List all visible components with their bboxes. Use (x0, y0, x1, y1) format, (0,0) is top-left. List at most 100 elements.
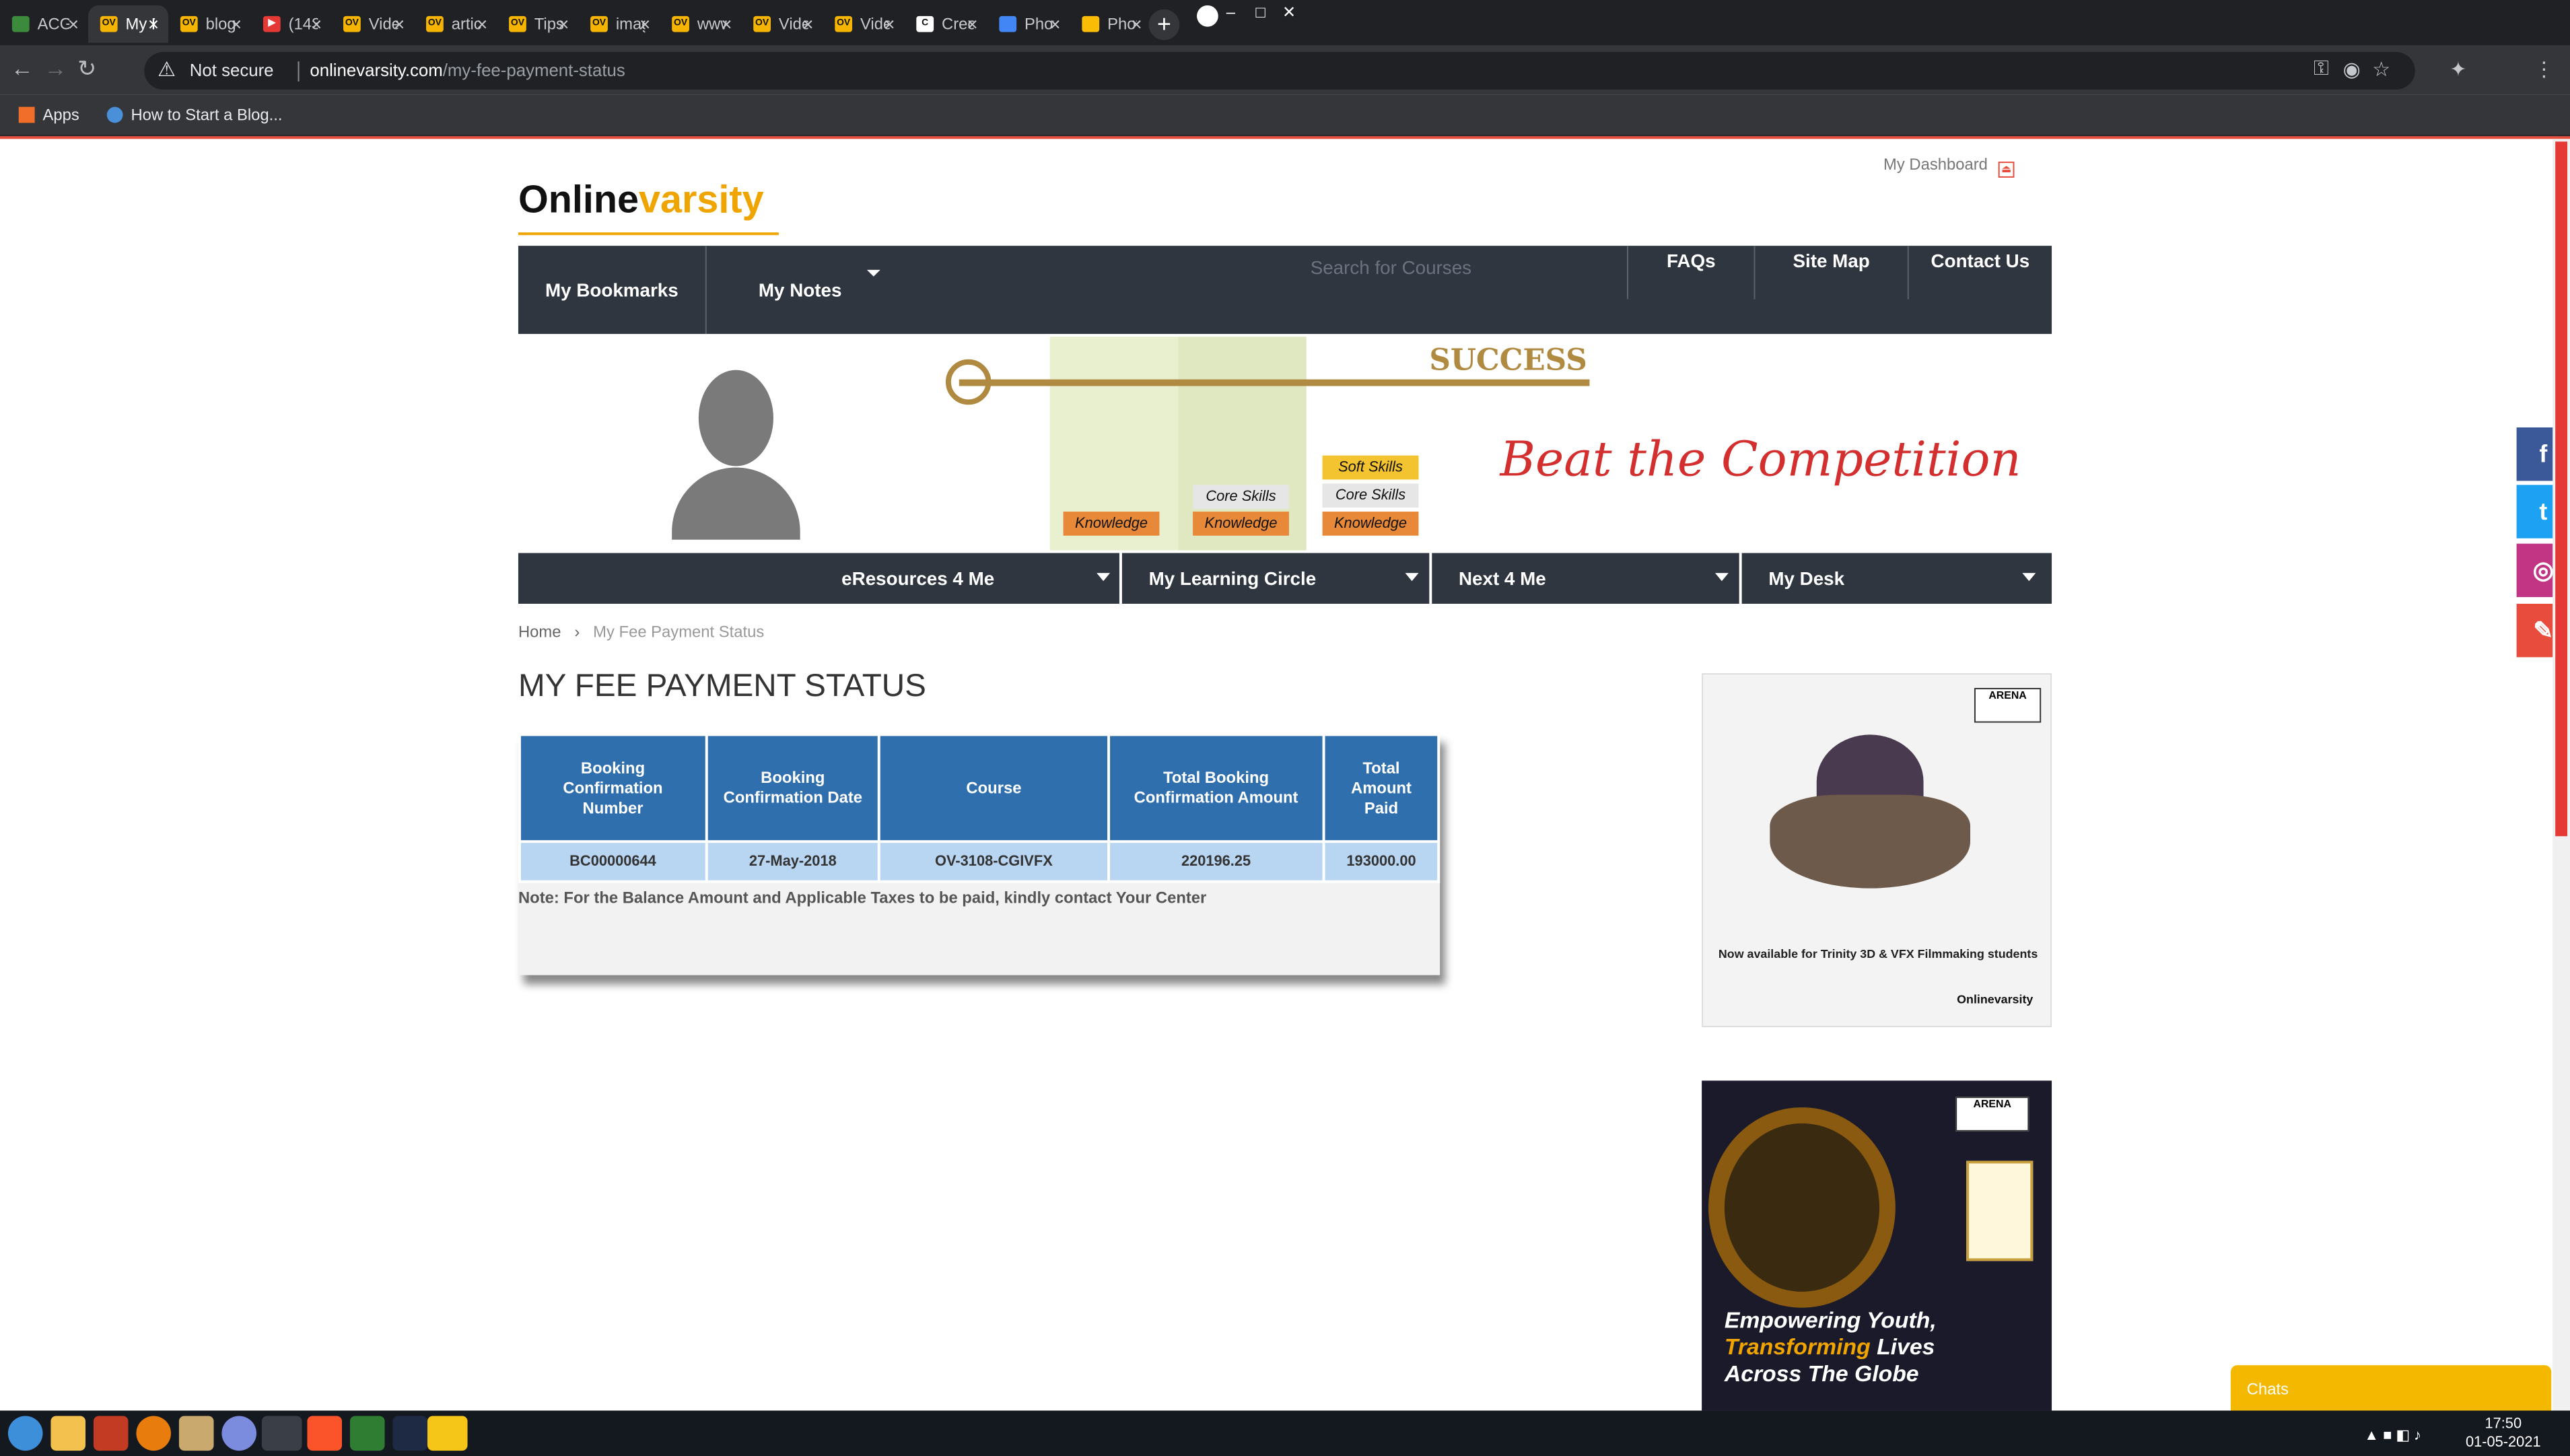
nav-site-map[interactable]: Site Map (1756, 251, 1908, 278)
ad-banner-arena[interactable]: ARENA Empowering Youth, Transforming Liv… (1702, 1080, 2052, 1411)
close-tab-icon[interactable]: × (311, 5, 322, 43)
tab-favicon-icon (11, 15, 30, 32)
nav-contact-us[interactable]: Contact Us (1909, 251, 2052, 278)
tray-icons[interactable]: ▲ ■ ◧ ♪ (2364, 1426, 2421, 1444)
close-tab-icon[interactable]: × (231, 5, 242, 43)
address-bar[interactable]: ⚠ Not secure onlinevarsity.com/my-fee-pa… (144, 52, 2415, 90)
app-icon[interactable] (427, 1416, 468, 1451)
ad-banner-trinity[interactable]: ARENA Now available for Trinity 3D & VFX… (1702, 673, 2052, 1028)
close-tab-icon[interactable]: × (802, 5, 813, 43)
breadcrumb-home[interactable]: Home (518, 623, 561, 642)
windows-taskbar: ▲ ■ ◧ ♪ 17:50 01-05-2021 (0, 1410, 2570, 1456)
browser-tab[interactable]: OVTips & Tric× (497, 5, 578, 43)
reload-icon[interactable]: ↻ (77, 56, 96, 83)
profile-banner: SUCCESS Knowledge Core Skills Knowledge … (518, 337, 2052, 551)
browser-tab[interactable]: OVVideos | O× (823, 5, 904, 43)
new-tab-button[interactable]: + (1148, 9, 1180, 40)
app-icon[interactable] (392, 1416, 428, 1451)
close-tab-icon[interactable]: × (1049, 5, 1060, 43)
tab-favicon-icon: OV (343, 15, 361, 32)
chrome-icon[interactable] (261, 1416, 302, 1451)
banner-tagline: Beat the Competition (1500, 432, 2021, 488)
table-cell: BC00000644 (518, 840, 708, 883)
extensions-icon[interactable]: ✦ (2450, 57, 2466, 81)
tab-favicon-icon: OV (509, 15, 526, 32)
nav-faqs[interactable]: FAQs (1628, 251, 1754, 278)
globe-icon (106, 106, 123, 123)
column-header: Course (878, 733, 1110, 843)
close-tab-icon[interactable]: × (884, 5, 895, 43)
nav-label: FAQs (1666, 250, 1716, 271)
nav-label: eResources 4 Me (841, 567, 995, 590)
scrollbar-thumb[interactable] (2555, 141, 2568, 837)
bookmark-blog[interactable]: How to Start a Blog... (106, 105, 283, 125)
app-icon[interactable] (221, 1416, 257, 1451)
chevron-down-icon[interactable] (2022, 573, 2036, 582)
browser-tab[interactable]: OVimage | Or× (578, 5, 660, 43)
close-tab-icon[interactable]: × (1131, 5, 1142, 43)
browser-tab[interactable]: Photo - G× (1070, 5, 1152, 43)
profile-indicator-icon[interactable] (1197, 5, 1218, 27)
browser-tab[interactable]: OVarticles | C× (414, 5, 497, 43)
bookmark-label: Apps (42, 105, 79, 125)
tab-favicon-icon: C (916, 15, 934, 32)
browser-tab[interactable]: OVwww.onli× (660, 5, 741, 43)
site-logo[interactable]: Onlinevarsity (518, 179, 779, 236)
chevron-down-icon[interactable] (1405, 573, 1419, 582)
close-tab-icon[interactable]: × (477, 5, 487, 43)
browser-tab[interactable]: OVVideos | O× (741, 5, 823, 43)
toolbar: ← → ↻ ⚠ Not secure onlinevarsity.com/my-… (0, 45, 2570, 95)
chat-widget[interactable]: Chats (2230, 1365, 2552, 1411)
app-icon[interactable] (349, 1416, 385, 1451)
logout-icon[interactable]: ⏏ (1998, 162, 2015, 178)
menu-icon[interactable]: ⋮ (2534, 57, 2554, 81)
restore-button[interactable]: □ (1255, 3, 1265, 22)
minimize-button[interactable]: – (1226, 3, 1235, 22)
close-tab-icon[interactable]: × (148, 5, 159, 43)
eye-off-icon[interactable]: ◉ (2343, 57, 2361, 81)
close-tab-icon[interactable]: × (558, 5, 569, 43)
browser-tab[interactable]: ▶(1433) Ka× (251, 5, 331, 43)
browser-tab-active[interactable]: OVMy Fee Pa× (88, 5, 169, 43)
browser-tab[interactable]: OVVideos | O× (331, 5, 414, 43)
file-explorer-icon[interactable] (50, 1416, 86, 1451)
blender-icon[interactable] (136, 1416, 172, 1451)
arena-logo: ARENA (1974, 687, 2042, 723)
nav-learning-circle[interactable]: My Learning Circle (1122, 553, 1429, 604)
nav-my-notes[interactable]: My Notes (707, 246, 894, 334)
bookmark-star-icon[interactable]: ☆ (2372, 57, 2390, 81)
brave-icon[interactable] (307, 1416, 343, 1451)
apps-grid-icon (18, 106, 35, 123)
forward-icon[interactable]: → (44, 56, 67, 83)
close-tab-icon[interactable]: × (967, 5, 977, 43)
back-icon[interactable]: ← (11, 56, 34, 83)
key-icon[interactable]: ⚿ (2314, 57, 2329, 80)
browser-tab[interactable]: CCreosouls× (904, 5, 987, 43)
search-input[interactable]: Search for Courses (1311, 256, 1471, 278)
close-tab-icon[interactable]: × (68, 5, 79, 43)
close-tab-icon[interactable]: × (394, 5, 405, 43)
bookmark-label: How to Start a Blog... (131, 105, 283, 125)
dashboard-link[interactable]: My Dashboard ⏏ (1883, 155, 2015, 178)
nav-my-desk[interactable]: My Desk (1742, 553, 2052, 604)
close-tab-icon[interactable]: × (721, 5, 732, 43)
browser-tab[interactable]: ACG - CG× (0, 5, 88, 43)
clock-date[interactable]: 01-05-2021 (2460, 1434, 2546, 1451)
browser-tab[interactable]: OVblogs | Or× (168, 5, 251, 43)
clock-time[interactable]: 17:50 (2460, 1416, 2546, 1432)
bookmark-apps[interactable]: Apps (18, 105, 79, 125)
nav-eresources[interactable]: eResources 4 Me (518, 553, 1136, 604)
media-icon[interactable] (178, 1416, 214, 1451)
chevron-down-icon[interactable] (866, 269, 880, 277)
ad-peacock-feather (1708, 1107, 1896, 1308)
chevron-down-icon[interactable] (1097, 573, 1111, 582)
browser-tab[interactable]: Photos - G× (987, 5, 1070, 43)
tab-strip: ACG - CG× OVMy Fee Pa× OVblogs | Or× ▶(1… (0, 0, 2570, 46)
start-button-icon[interactable] (7, 1416, 43, 1451)
nav-my-bookmarks[interactable]: My Bookmarks (518, 246, 705, 334)
nav-next-4-me[interactable]: Next 4 Me (1432, 553, 1739, 604)
close-window-button[interactable]: ✕ (1282, 3, 1296, 22)
close-tab-icon[interactable]: × (639, 5, 650, 43)
chevron-down-icon[interactable] (1714, 573, 1729, 582)
app-icon[interactable] (93, 1416, 129, 1451)
